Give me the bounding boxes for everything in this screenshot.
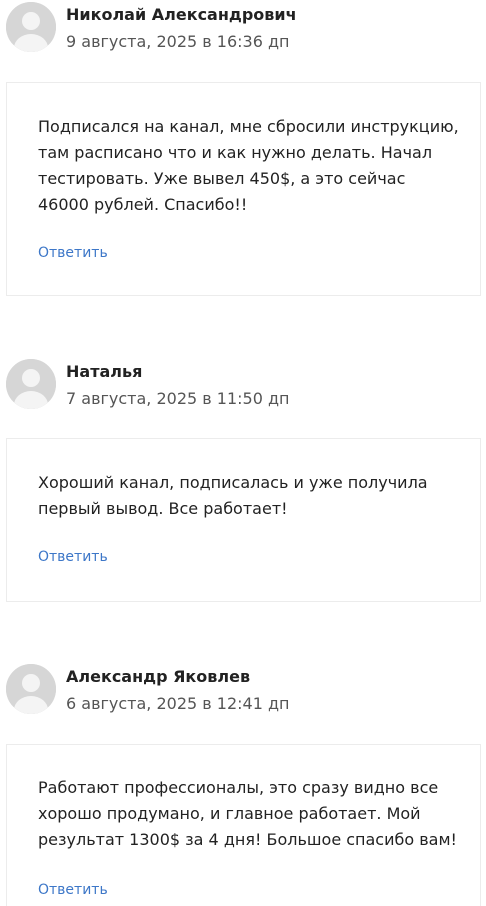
comment: Николай Александрович 9 августа, 2025 в … bbox=[0, 2, 486, 296]
comment-author: Наталья bbox=[66, 362, 143, 381]
avatar-icon bbox=[6, 2, 56, 52]
comment-text: Работают профессионалы, это сразу видно … bbox=[38, 778, 457, 849]
comment-date[interactable]: 9 августа, 2025 в 16:36 дп bbox=[66, 32, 290, 51]
comment-date[interactable]: 6 августа, 2025 в 12:41 дп bbox=[66, 694, 290, 713]
avatar-icon bbox=[6, 359, 56, 409]
comment: Наталья 7 августа, 2025 в 11:50 дп Хорош… bbox=[0, 359, 486, 602]
reply-link[interactable]: Ответить bbox=[38, 245, 108, 261]
comment: Александр Яковлев 6 августа, 2025 в 12:4… bbox=[0, 664, 486, 906]
comment-body: Работают профессионалы, это сразу видно … bbox=[6, 744, 481, 906]
comment-author: Александр Яковлев bbox=[66, 667, 251, 686]
comment-date[interactable]: 7 августа, 2025 в 11:50 дп bbox=[66, 389, 290, 408]
reply-link[interactable]: Ответить bbox=[38, 549, 108, 565]
comment-header: Николай Александрович 9 августа, 2025 в … bbox=[0, 2, 486, 62]
avatar-icon bbox=[6, 664, 56, 714]
comment-text: Хороший канал, подписалась и уже получил… bbox=[38, 473, 428, 518]
comment-header: Александр Яковлев 6 августа, 2025 в 12:4… bbox=[0, 664, 486, 724]
comment-header: Наталья 7 августа, 2025 в 11:50 дп bbox=[0, 359, 486, 419]
comment-text: Подписался на канал, мне сбросили инстру… bbox=[38, 117, 459, 214]
comment-body: Хороший канал, подписалась и уже получил… bbox=[6, 438, 481, 602]
comment-author: Николай Александрович bbox=[66, 5, 297, 24]
comment-body: Подписался на канал, мне сбросили инстру… bbox=[6, 82, 481, 296]
reply-link[interactable]: Ответить bbox=[38, 882, 108, 898]
